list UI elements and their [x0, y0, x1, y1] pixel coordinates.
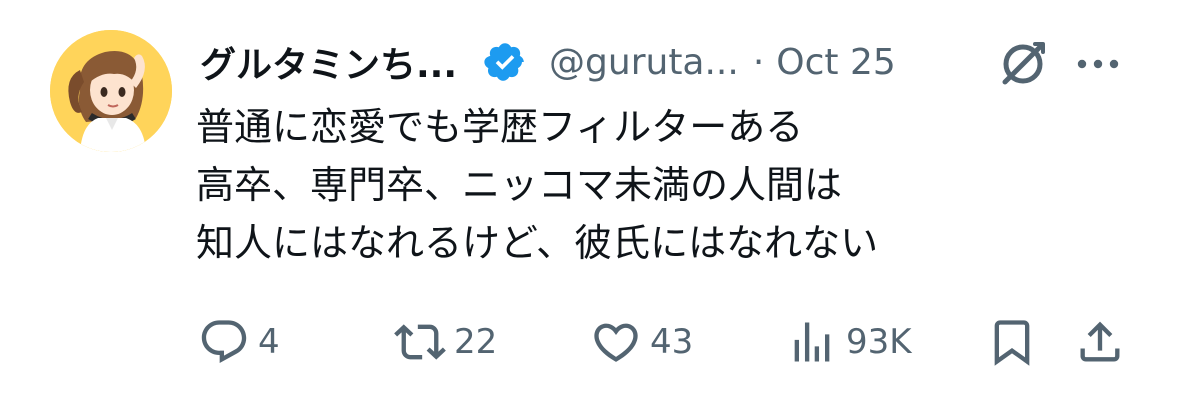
retweet-button[interactable]: 22	[392, 310, 497, 374]
separator-dot: ·	[752, 41, 765, 83]
retweet-count: 22	[454, 322, 498, 362]
like-count: 43	[650, 322, 694, 362]
reply-button[interactable]: 4	[196, 310, 280, 374]
retweet-icon	[392, 314, 448, 370]
timestamp[interactable]: Oct 25	[776, 42, 896, 83]
display-name[interactable]: グルタミンち...	[200, 36, 457, 88]
reply-count: 4	[258, 322, 280, 362]
bookmark-icon	[984, 314, 1040, 370]
bookmark-button[interactable]	[984, 310, 1040, 374]
grok-icon[interactable]	[995, 36, 1051, 92]
share-icon	[1072, 314, 1128, 370]
tweet-text-line: 知人にはなれるけど、彼氏にはなれない	[196, 221, 879, 265]
views-count: 93K	[846, 322, 912, 362]
views-button[interactable]: 93K	[784, 310, 912, 374]
avatar-illustration	[50, 30, 172, 152]
heart-icon	[588, 314, 644, 370]
verified-badge-icon[interactable]	[483, 40, 527, 84]
tweet[interactable]: グルタミンち... @guruta... · Oct 25 普通に恋愛でも学歴フ…	[0, 0, 1179, 407]
views-icon	[784, 314, 840, 370]
share-button[interactable]	[1072, 310, 1128, 374]
more-icon[interactable]	[1074, 46, 1122, 82]
avatar[interactable]	[50, 30, 172, 152]
action-bar: 4 22 43 93K	[196, 310, 1136, 374]
handle[interactable]: @guruta...	[549, 42, 739, 83]
like-button[interactable]: 43	[588, 310, 693, 374]
tweet-text: 普通に恋愛でも学歴フィルターある 高卒、専門卒、ニッコマ未満の人間は 知人にはな…	[196, 98, 1156, 272]
reply-icon	[196, 314, 252, 370]
tweet-text-line: 高卒、専門卒、ニッコマ未満の人間は	[196, 163, 843, 207]
tweet-text-line: 普通に恋愛でも学歴フィルターある	[196, 105, 804, 149]
